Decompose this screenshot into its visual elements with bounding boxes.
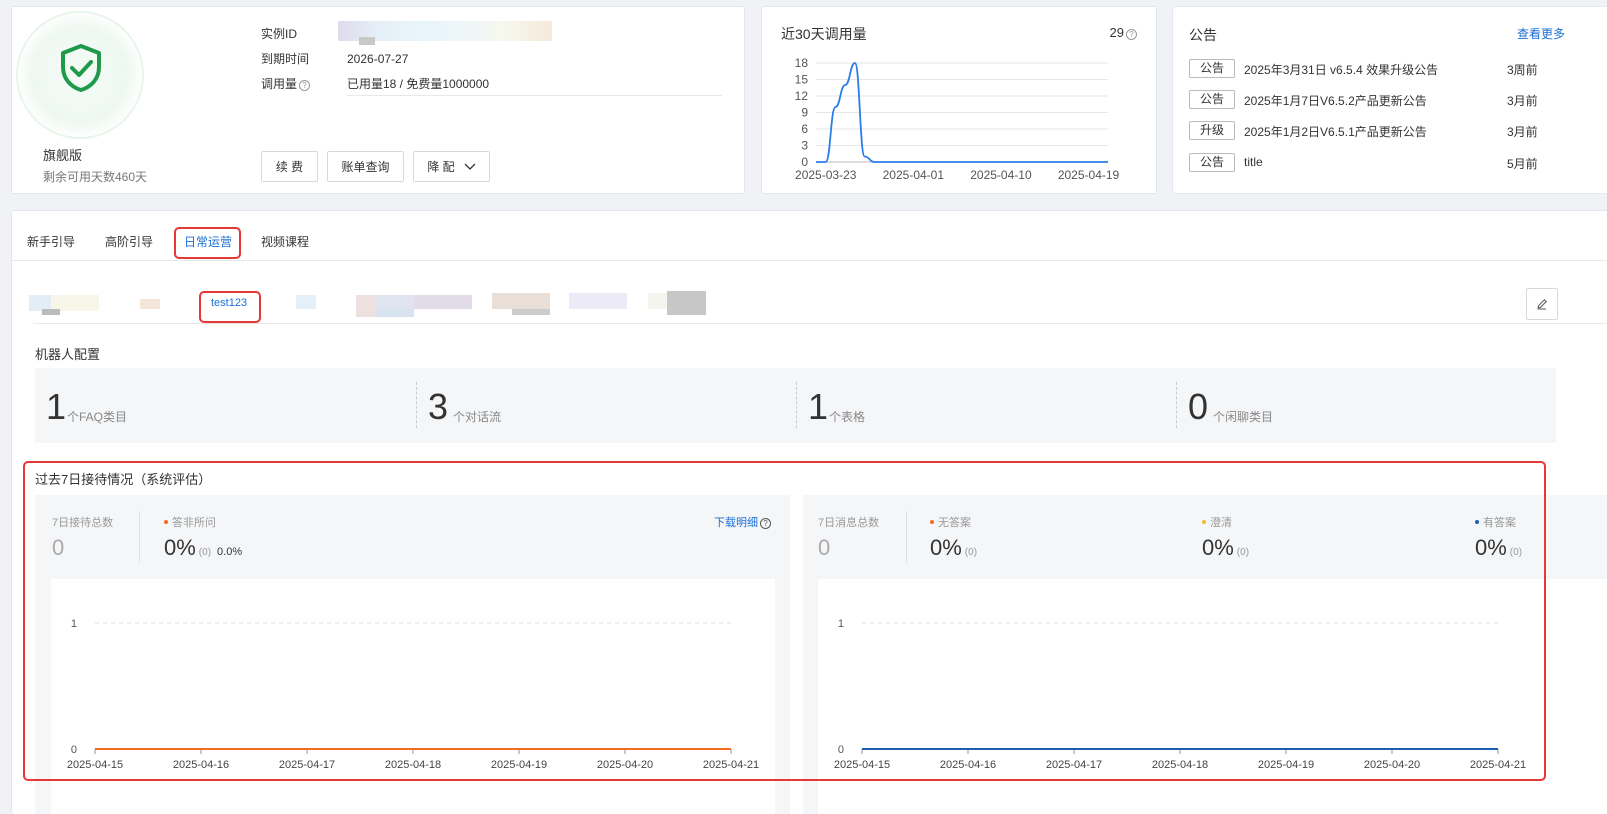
notice-text: 2025年1月7日V6.5.2产品更新公告: [1244, 94, 1427, 108]
remaining-days: 剩余可用天数460天: [43, 170, 148, 184]
notice-text: 2025年3月31日 v6.5.4 效果升级公告: [1244, 63, 1439, 77]
faq-category-stat[interactable]: 1 个FAQ类目: [35, 368, 415, 443]
expire-label: 到期时间: [261, 52, 310, 66]
edit-button[interactable]: [1526, 288, 1558, 320]
expire-row: 到期时间 2026-07-27: [261, 50, 408, 67]
redacted-subtab: [140, 299, 160, 309]
stat-label: 个闲聊类目: [1213, 410, 1274, 424]
redacted-subtab: [376, 309, 414, 317]
redacted-fragment: [359, 37, 375, 45]
tab-advanced-guide[interactable]: 高阶引导: [105, 233, 153, 250]
notice-time: 3周前: [1507, 63, 1538, 77]
instance-card: 旗舰版 剩余可用天数460天 实例ID 到期时间 2026-07-27 调用量? 已…: [11, 6, 745, 194]
redacted-subtab: [648, 293, 668, 309]
usage-row: 调用量? 已用量18 / 免费量1000000: [261, 75, 489, 92]
stat-number: 1: [46, 386, 67, 427]
notice-item[interactable]: 公告 title 5月前: [1189, 153, 1607, 173]
y-tick-label: 12: [795, 89, 809, 103]
y-tick-label: 9: [801, 106, 808, 120]
notice-tag: 公告: [1189, 59, 1235, 78]
chitchat-category-stat[interactable]: 0 个闲聊类目: [1177, 368, 1556, 443]
notice-text: title: [1244, 155, 1263, 169]
dialog-flow-stat[interactable]: 3 个对话流: [417, 368, 797, 443]
redacted-subtab: [296, 295, 316, 309]
divider: [347, 95, 722, 96]
usage-card: 近30天调用量 29? 0 3 6 9 12 15 18 2025-03-23 2025-04-…: [761, 6, 1157, 194]
downgrade-button[interactable]: 降 配: [413, 151, 490, 182]
x-tick-label: 2025-04-01: [883, 168, 945, 182]
stat-number: 1: [808, 386, 829, 427]
edition-emblem: [16, 11, 144, 139]
notice-item[interactable]: 公告 2025年3月31日 v6.5.4 效果升级公告 3周前: [1189, 59, 1607, 79]
bill-query-button[interactable]: 账单查询: [327, 151, 404, 182]
y-tick-label: 3: [801, 139, 808, 153]
notice-time: 5月前: [1507, 157, 1538, 171]
notice-card: 公告 查看更多 公告 2025年3月31日 v6.5.4 效果升级公告 3周前 …: [1172, 6, 1607, 194]
usage-label-wrap: 调用量?: [261, 75, 347, 92]
view-more-link[interactable]: 查看更多: [1517, 25, 1565, 42]
usage-value: 已用量18 / 免费量1000000: [347, 77, 490, 91]
redacted-subtab: [414, 295, 472, 309]
y-tick-label: 6: [801, 122, 808, 136]
notice-tag: 升级: [1189, 121, 1235, 140]
renew-button[interactable]: 续 费: [261, 151, 318, 182]
redacted-subtab: [42, 309, 60, 315]
redacted-subtab: [376, 295, 414, 309]
stat-number: 0: [1188, 386, 1209, 427]
subtabs-divider: [33, 323, 1607, 324]
y-tick-label: 18: [795, 56, 809, 70]
notice-item[interactable]: 升级 2025年1月2日V6.5.1产品更新公告 3月前: [1189, 121, 1607, 141]
redacted-subtab: [492, 293, 550, 309]
notice-title: 公告: [1189, 27, 1217, 43]
notice-time: 3月前: [1507, 94, 1538, 108]
expire-value: 2026-07-27: [347, 52, 409, 66]
highlight-box: [199, 291, 261, 323]
help-icon[interactable]: ?: [299, 80, 311, 91]
guide-tabs: 新手引导 高阶引导 日常运营 视频课程: [12, 211, 1607, 261]
robot-config-stats: 1 个FAQ类目 3 个对话流 1 个表格 0 个闲聊类目: [35, 368, 1556, 443]
table-stat[interactable]: 1 个表格: [797, 368, 1177, 443]
downgrade-label: 降 配: [427, 160, 455, 174]
shield-check-icon: [61, 44, 101, 92]
notice-tag: 公告: [1189, 90, 1235, 109]
highlight-box: [174, 227, 241, 259]
redacted-subtab: [356, 295, 376, 317]
redacted-subtab: [512, 309, 550, 315]
stat-label: 个表格: [829, 410, 866, 424]
stat-label: 个对话流: [453, 410, 502, 424]
pencil-icon: [1537, 299, 1547, 310]
stat-label: 个FAQ类目: [67, 410, 128, 424]
x-tick-label: 2025-04-10: [970, 168, 1032, 182]
redacted-subtab: [569, 293, 627, 309]
edition-name: 旗舰版: [43, 148, 83, 163]
notice-text: 2025年1月2日V6.5.1产品更新公告: [1244, 125, 1427, 139]
instance-id-label: 实例ID: [261, 27, 298, 41]
notice-item[interactable]: 公告 2025年1月7日V6.5.2产品更新公告 3月前: [1189, 90, 1607, 110]
redacted-subtab: [667, 291, 706, 315]
x-tick-label: 2025-03-23: [795, 168, 857, 182]
chevron-down-icon: [464, 163, 476, 170]
notice-tag: 公告: [1189, 153, 1235, 172]
notice-time: 3月前: [1507, 125, 1538, 139]
robot-config-title: 机器人配置: [35, 347, 101, 362]
instance-id-row: 实例ID: [261, 25, 347, 42]
x-tick-label: 2025-04-19: [1058, 168, 1120, 182]
tab-video-courses[interactable]: 视频课程: [261, 233, 309, 250]
y-tick-label: 15: [795, 73, 809, 87]
usage-label: 调用量: [261, 77, 298, 91]
tab-beginner-guide[interactable]: 新手引导: [27, 233, 75, 250]
highlight-box: [23, 461, 1546, 781]
y-tick-label: 0: [801, 155, 808, 169]
stat-number: 3: [428, 386, 449, 427]
usage-line-chart: 0 3 6 9 12 15 18 2025-03-23 2025-04-01 2025-04-10…: [795, 56, 1120, 182]
